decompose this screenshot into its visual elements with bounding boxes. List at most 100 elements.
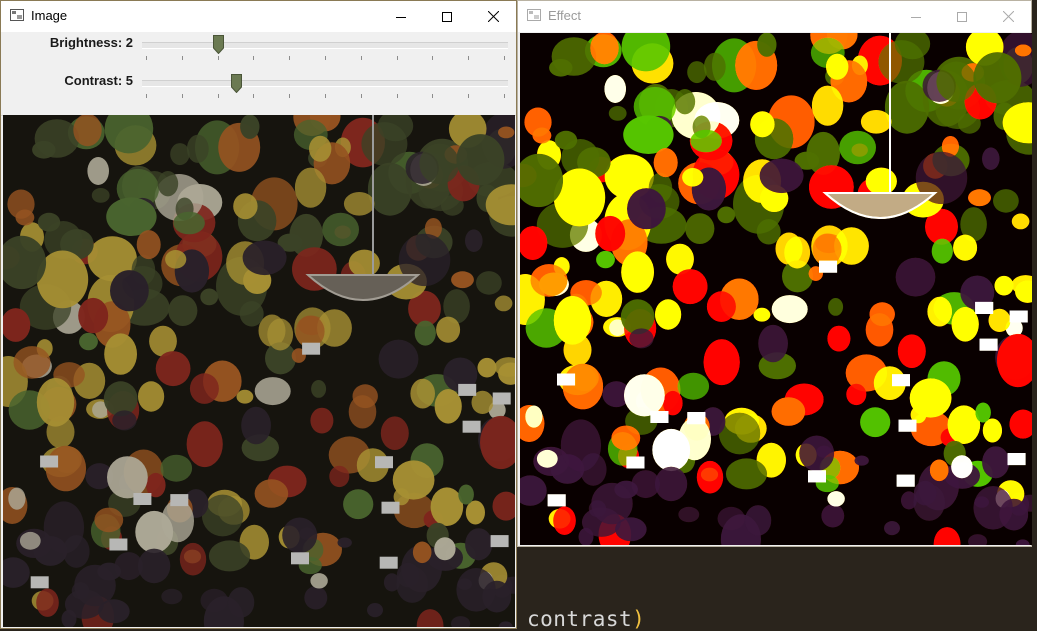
produce-item bbox=[682, 168, 704, 187]
minimize-button[interactable] bbox=[378, 1, 424, 32]
produce-item bbox=[827, 325, 851, 352]
produce-item bbox=[74, 564, 116, 607]
produce-item bbox=[993, 189, 1019, 213]
trackbar-tick bbox=[182, 56, 183, 60]
brightness-slider-thumb[interactable] bbox=[213, 35, 224, 54]
produce-item bbox=[624, 374, 665, 417]
produce-item bbox=[451, 271, 474, 289]
produce-item bbox=[982, 147, 1000, 170]
close-button[interactable] bbox=[985, 1, 1031, 32]
produce-item bbox=[7, 189, 35, 219]
produce-item bbox=[524, 107, 552, 137]
price-tag bbox=[133, 493, 152, 505]
image-window: Image Brightness: 2 Contrast: 5 bbox=[0, 0, 517, 629]
price-tag bbox=[458, 383, 477, 396]
trackbar-tick bbox=[182, 94, 183, 98]
produce-item bbox=[170, 143, 190, 166]
produce-item bbox=[953, 234, 978, 261]
produce-item bbox=[476, 271, 502, 295]
produce-item bbox=[242, 240, 287, 276]
produce-item bbox=[136, 230, 161, 260]
produce-item bbox=[254, 377, 291, 406]
market-produce-illustration bbox=[3, 115, 515, 627]
price-tag bbox=[381, 501, 400, 514]
produce-item bbox=[771, 397, 806, 426]
trackbar-tick bbox=[468, 56, 469, 60]
produce-item bbox=[994, 275, 1014, 296]
maximize-button[interactable] bbox=[939, 1, 985, 32]
produce-item bbox=[931, 238, 953, 264]
minimize-button[interactable] bbox=[893, 1, 939, 32]
produce-item bbox=[380, 416, 409, 451]
price-tag bbox=[808, 470, 826, 483]
trackbar-tick bbox=[361, 56, 362, 60]
brightness-track[interactable] bbox=[142, 42, 508, 49]
produce-item bbox=[591, 482, 633, 525]
produce-item bbox=[744, 505, 772, 536]
produce-item bbox=[703, 52, 726, 81]
produce-item bbox=[560, 419, 602, 472]
maximize-icon bbox=[957, 11, 967, 22]
contrast-slider-thumb[interactable] bbox=[231, 74, 242, 93]
price-tag bbox=[650, 411, 669, 423]
produce-item bbox=[968, 189, 991, 207]
produce-item bbox=[236, 389, 254, 404]
produce-item bbox=[553, 296, 592, 345]
effect-window-titlebar[interactable]: Effect bbox=[518, 1, 1031, 32]
trackbar-tick bbox=[432, 94, 433, 98]
maximize-icon bbox=[442, 11, 452, 22]
effect-market-photo bbox=[520, 33, 1032, 545]
contrast-track[interactable] bbox=[142, 80, 508, 87]
code-identifier: contrast bbox=[527, 607, 633, 631]
minimize-icon bbox=[911, 16, 921, 18]
produce-item bbox=[434, 389, 462, 424]
price-tag bbox=[547, 494, 566, 507]
price-tag bbox=[302, 342, 321, 355]
price-tag bbox=[170, 494, 189, 507]
produce-item bbox=[672, 269, 708, 305]
produce-item bbox=[753, 307, 771, 322]
produce-item bbox=[530, 264, 568, 297]
produce-item bbox=[309, 135, 332, 162]
price-tag bbox=[979, 338, 998, 351]
window-app-icon bbox=[10, 9, 24, 21]
produce-item bbox=[110, 270, 149, 312]
produce-item bbox=[951, 455, 973, 479]
price-tag bbox=[492, 392, 511, 405]
produce-item bbox=[36, 588, 59, 617]
code-paren: ) bbox=[632, 607, 646, 631]
code-editor-background: contrast) bbox=[517, 547, 1037, 631]
contrast-ticks bbox=[142, 94, 508, 98]
contrast-label: Contrast: 5 bbox=[64, 73, 133, 88]
produce-item bbox=[703, 339, 740, 386]
minimize-icon bbox=[396, 16, 406, 18]
maximize-button[interactable] bbox=[424, 1, 470, 32]
close-button[interactable] bbox=[470, 1, 516, 32]
produce-item bbox=[294, 167, 327, 208]
produce-item bbox=[973, 486, 1013, 530]
image-window-titlebar[interactable]: Image bbox=[1, 1, 516, 32]
produce-item bbox=[494, 295, 513, 312]
produce-item bbox=[43, 501, 85, 554]
produce-item bbox=[860, 407, 891, 438]
produce-item bbox=[37, 212, 61, 232]
produce-item bbox=[498, 126, 515, 139]
produce-item bbox=[629, 328, 654, 349]
trackbar-panel: Brightness: 2 Contrast: 5 bbox=[1, 32, 516, 116]
produce-item bbox=[367, 162, 413, 216]
produce-item bbox=[414, 320, 436, 346]
trackbar-tick bbox=[325, 56, 326, 60]
produce-item bbox=[677, 372, 710, 400]
trackbar-tick bbox=[253, 56, 254, 60]
close-icon bbox=[487, 11, 499, 22]
produce-item bbox=[78, 297, 109, 334]
produce-item bbox=[951, 307, 979, 342]
produce-item bbox=[465, 528, 493, 561]
produce-item bbox=[456, 568, 496, 612]
produce-item bbox=[784, 236, 811, 269]
produce-item bbox=[706, 291, 736, 322]
produce-item bbox=[200, 288, 219, 306]
produce-item bbox=[155, 351, 191, 387]
market-produce-illustration bbox=[520, 33, 1032, 545]
produce-item bbox=[811, 85, 844, 126]
